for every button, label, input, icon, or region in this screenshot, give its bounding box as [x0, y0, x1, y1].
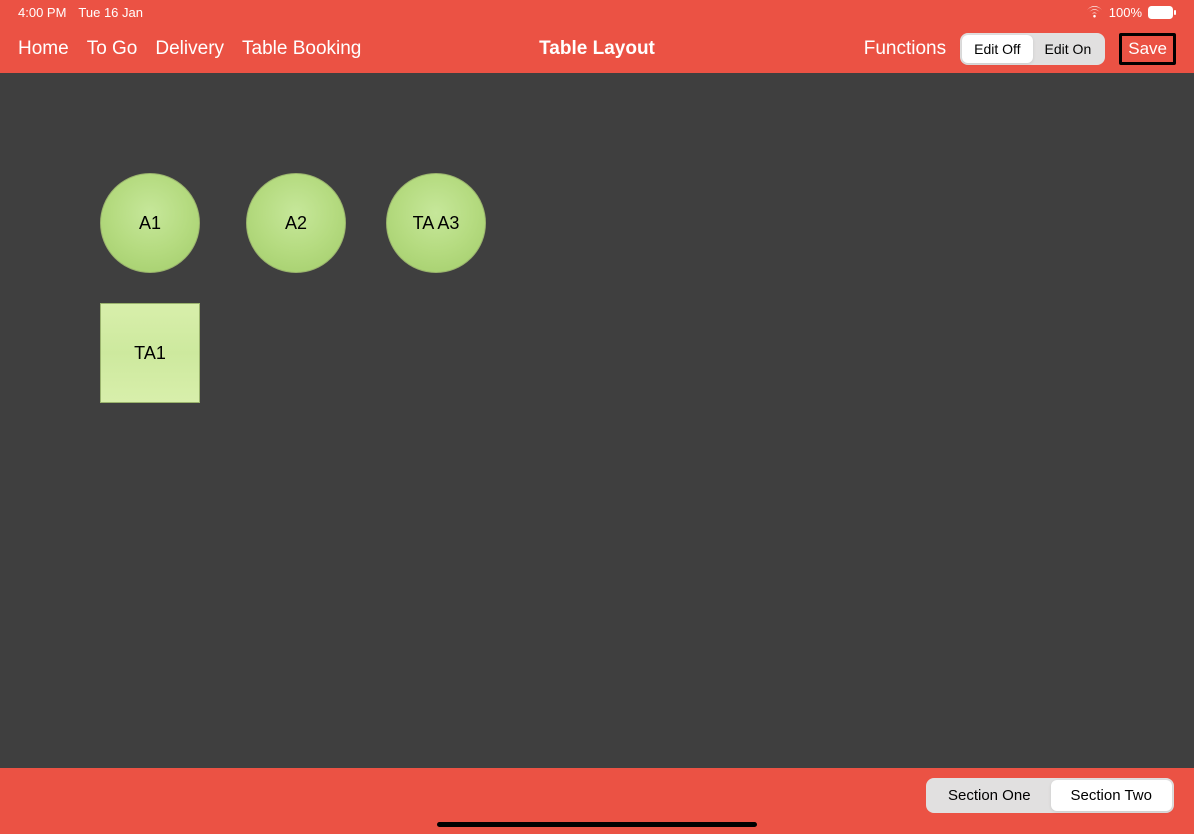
page-title: Table Layout — [539, 38, 655, 60]
section-tab-section-one[interactable]: Section One — [928, 780, 1051, 811]
status-bar: 4:00 PM Tue 16 Jan 100% — [0, 0, 1194, 24]
status-date: Tue 16 Jan — [78, 5, 143, 20]
nav-table-booking[interactable]: Table Booking — [242, 38, 361, 60]
table-ta-a3[interactable]: TA A3 — [386, 173, 486, 273]
table-ta1[interactable]: TA1 — [100, 303, 200, 403]
edit-mode-segmented: Edit Off Edit On — [960, 33, 1105, 65]
table-a1[interactable]: A1 — [100, 173, 200, 273]
status-time: 4:00 PM — [18, 5, 66, 20]
edit-on-button[interactable]: Edit On — [1033, 35, 1104, 63]
nav-bar: Home To Go Delivery Table Booking Table … — [0, 24, 1194, 73]
nav-right: Functions Edit Off Edit On Save — [864, 33, 1176, 65]
section-segmented: Section OneSection Two — [926, 778, 1174, 813]
table-a2[interactable]: A2 — [246, 173, 346, 273]
home-indicator — [437, 822, 757, 827]
bottom-bar: Section OneSection Two — [0, 768, 1194, 834]
edit-off-button[interactable]: Edit Off — [962, 35, 1032, 63]
nav-home[interactable]: Home — [18, 38, 69, 60]
battery-icon — [1148, 6, 1176, 19]
save-button[interactable]: Save — [1119, 33, 1176, 65]
table-label: TA1 — [134, 343, 166, 364]
battery-percent: 100% — [1109, 5, 1142, 20]
nav-left: Home To Go Delivery Table Booking — [18, 38, 361, 60]
status-left: 4:00 PM Tue 16 Jan — [18, 5, 143, 20]
status-right: 100% — [1086, 5, 1176, 20]
section-tab-section-two[interactable]: Section Two — [1051, 780, 1172, 811]
table-label: A2 — [285, 213, 307, 234]
nav-functions[interactable]: Functions — [864, 38, 946, 60]
nav-delivery[interactable]: Delivery — [155, 38, 224, 60]
nav-togo[interactable]: To Go — [87, 38, 138, 60]
table-layout-canvas[interactable]: A1 A2 TA A3 TA1 — [0, 73, 1194, 768]
wifi-icon — [1086, 6, 1103, 18]
table-label: A1 — [139, 213, 161, 234]
table-label: TA A3 — [413, 213, 460, 234]
